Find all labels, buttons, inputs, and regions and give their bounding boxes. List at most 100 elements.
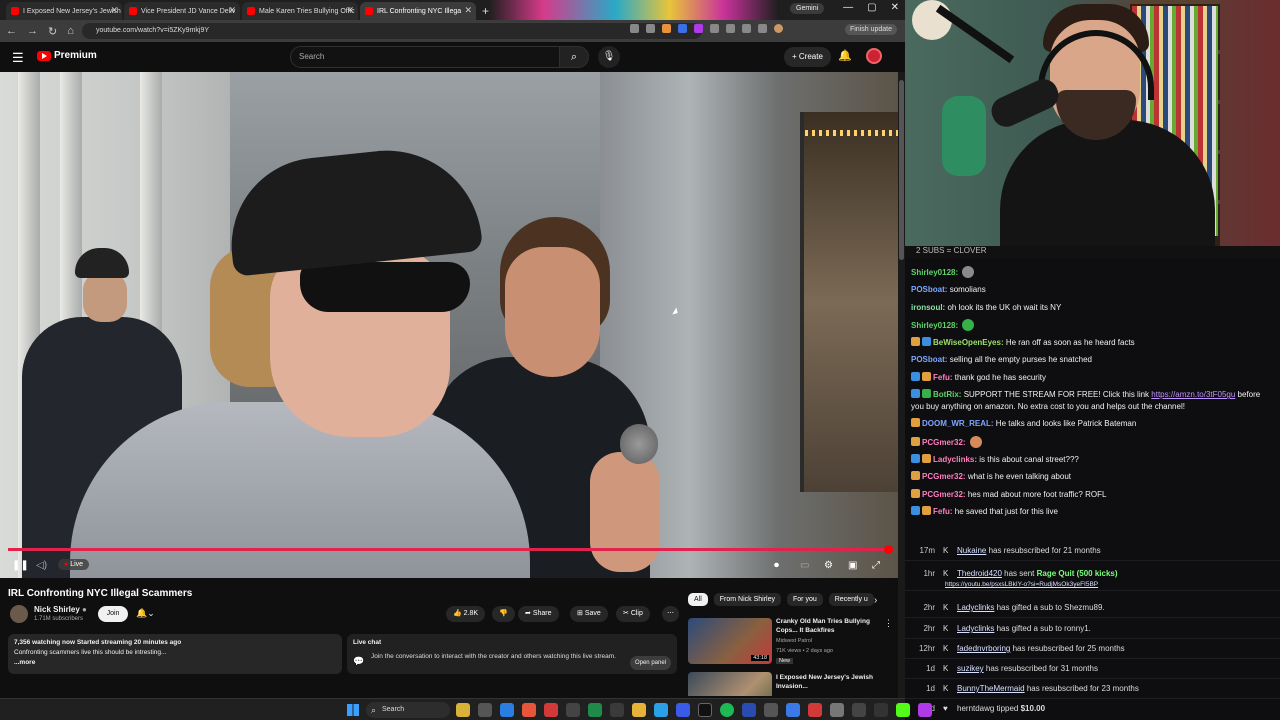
- extension-icon[interactable]: [726, 24, 735, 33]
- volume-icon[interactable]: ◁): [36, 560, 47, 571]
- settings-gear-icon[interactable]: ⚙: [824, 560, 833, 571]
- progress-scrubber[interactable]: [884, 545, 893, 554]
- chat-username[interactable]: Fefu:: [933, 507, 953, 516]
- edge-icon[interactable]: [500, 703, 514, 717]
- chrome-icon[interactable]: [522, 703, 536, 717]
- chat-username[interactable]: PCGmer32:: [922, 438, 966, 447]
- share-button[interactable]: ➦ Share: [518, 606, 559, 622]
- menu-icon[interactable]: ☰: [12, 50, 24, 66]
- recommended-video[interactable]: 43:18 Cranky Old Man Tries Bullying Cops…: [688, 618, 893, 668]
- windows-start-icon[interactable]: [347, 704, 359, 716]
- chat-link[interactable]: https://amzn.to/3tF05gu: [1151, 390, 1235, 399]
- app-icon[interactable]: [566, 703, 580, 717]
- gemini-button[interactable]: Gemini: [790, 3, 825, 14]
- chip-all[interactable]: All: [688, 593, 708, 606]
- new-tab-button[interactable]: +: [482, 2, 489, 20]
- search-input[interactable]: Search: [290, 46, 560, 68]
- app-icon[interactable]: [676, 703, 690, 717]
- event-username[interactable]: suzikey: [957, 664, 984, 673]
- minimize-icon[interactable]: —: [843, 2, 853, 13]
- event-username[interactable]: herntdawg: [957, 704, 994, 713]
- chat-username[interactable]: Ladyclinks:: [933, 455, 977, 464]
- extension-icon[interactable]: [630, 24, 639, 33]
- chat-username[interactable]: ironsoul:: [911, 303, 945, 312]
- more-vert-icon[interactable]: ⋮: [884, 618, 893, 629]
- chat-username[interactable]: Shirley0128:: [911, 321, 958, 330]
- browser-tab[interactable]: Vice President JD Vance Deliv ✕: [124, 2, 240, 20]
- app-icon[interactable]: [698, 703, 712, 717]
- extension-icon[interactable]: [662, 24, 671, 33]
- extension-icon[interactable]: [758, 24, 767, 33]
- recommended-video[interactable]: I Exposed New Jersey's Jewish Invasion..…: [688, 672, 888, 696]
- like-button[interactable]: 👍 2.8K: [446, 606, 486, 622]
- chat-username[interactable]: DOOM_WR_REAL:: [922, 419, 994, 428]
- chat-username[interactable]: Shirley0128:: [911, 268, 958, 277]
- task-view-icon[interactable]: [478, 703, 492, 717]
- chat-username[interactable]: PCGmer32:: [922, 490, 966, 499]
- extension-icon[interactable]: [678, 24, 687, 33]
- app-icon[interactable]: [764, 703, 778, 717]
- chrome-icon[interactable]: [544, 703, 558, 717]
- chip-for-you[interactable]: For you: [787, 593, 823, 606]
- channel-avatar[interactable]: [10, 605, 28, 623]
- close-window-icon[interactable]: ✕: [891, 2, 899, 13]
- chevron-right-icon[interactable]: ›: [874, 595, 877, 606]
- url-field[interactable]: youtube.com/watch?v=i5ZKy9mkj9Y: [82, 23, 702, 39]
- account-avatar[interactable]: [866, 48, 882, 64]
- reload-icon[interactable]: ↻: [48, 25, 57, 38]
- join-button[interactable]: Join: [98, 606, 128, 622]
- app-icon[interactable]: [918, 703, 932, 717]
- back-icon[interactable]: ←: [6, 25, 17, 37]
- chat-username[interactable]: BotRix:: [933, 390, 961, 399]
- chip-from-channel[interactable]: From Nick Shirley: [713, 593, 782, 606]
- app-icon[interactable]: [742, 703, 756, 717]
- scrollbar-thumb[interactable]: [899, 80, 904, 260]
- home-icon[interactable]: ⌂: [67, 25, 74, 37]
- search-icon[interactable]: ⌕: [559, 46, 589, 68]
- fullscreen-icon[interactable]: ⤢: [872, 560, 880, 571]
- notifications-bell-icon[interactable]: 🔔: [838, 49, 852, 62]
- browser-tab[interactable]: Male Karen Tries Bullying Offic ✕: [242, 2, 358, 20]
- widgets-icon[interactable]: [456, 703, 470, 717]
- extension-icon[interactable]: [710, 24, 719, 33]
- spotify-icon[interactable]: [720, 703, 734, 717]
- channel-name[interactable]: Nick Shirley ●: [34, 605, 87, 614]
- close-tab-icon[interactable]: ✕: [346, 5, 354, 16]
- video-thumbnail[interactable]: 43:18: [688, 618, 772, 664]
- create-button[interactable]: + Create: [784, 47, 831, 67]
- save-button[interactable]: ⊞ Save: [570, 606, 608, 622]
- event-username[interactable]: Nukaine: [957, 546, 986, 555]
- event-username[interactable]: Ladyclinks: [957, 603, 994, 612]
- app-icon[interactable]: [786, 703, 800, 717]
- finish-update-button[interactable]: Finish update: [844, 24, 897, 35]
- close-tab-icon[interactable]: ✕: [110, 5, 118, 16]
- app-icon[interactable]: [610, 703, 624, 717]
- clip-button[interactable]: ✂ Clip: [616, 606, 650, 622]
- miniplayer-icon[interactable]: ▣: [848, 560, 857, 571]
- star-icon[interactable]: [646, 24, 655, 33]
- chip-recently[interactable]: Recently u: [828, 593, 874, 606]
- app-icon[interactable]: [830, 703, 844, 717]
- app-icon[interactable]: [808, 703, 822, 717]
- event-username[interactable]: fadednvrboring: [957, 644, 1010, 653]
- puzzle-icon[interactable]: [742, 24, 751, 33]
- dislike-button[interactable]: 👎: [492, 606, 515, 622]
- app-icon[interactable]: [874, 703, 888, 717]
- maximize-icon[interactable]: ▢: [867, 2, 876, 13]
- profile-icon[interactable]: [774, 24, 783, 33]
- microphone-icon[interactable]: 🎙: [598, 46, 620, 68]
- chat-username[interactable]: POSboat:: [911, 285, 947, 294]
- chat-username[interactable]: POSboat:: [911, 355, 947, 364]
- live-badge[interactable]: ● Live: [58, 559, 90, 570]
- video-progress-bar[interactable]: [8, 545, 893, 554]
- video-description[interactable]: 7,356 watching now Started streaming 20 …: [8, 634, 342, 674]
- open-panel-button[interactable]: Open panel: [629, 656, 671, 670]
- close-tab-icon[interactable]: ✕: [464, 5, 472, 16]
- youtube-logo[interactable]: Premium: [37, 50, 97, 61]
- event-username[interactable]: Ladyclinks: [957, 624, 994, 633]
- folder-icon[interactable]: [632, 703, 646, 717]
- kick-app-icon[interactable]: [896, 703, 910, 717]
- taskbar-search[interactable]: Search: [366, 702, 450, 718]
- browser-tab-active[interactable]: IRL Confronting NYC Illega ✕: [360, 2, 476, 20]
- more-link[interactable]: ...more: [14, 658, 336, 668]
